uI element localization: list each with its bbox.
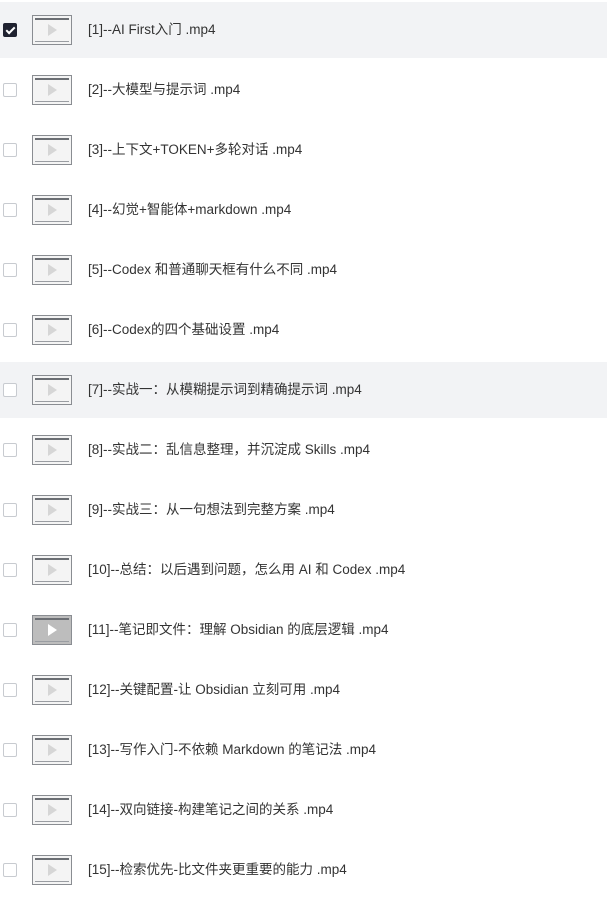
video-thumbnail-icon	[32, 495, 72, 525]
video-thumbnail-icon	[32, 615, 72, 645]
video-thumbnail-icon	[32, 135, 72, 165]
file-name[interactable]: [7]--实战一：从模糊提示词到精确提示词 .mp4	[88, 381, 362, 399]
file-checkbox[interactable]	[3, 143, 17, 157]
file-checkbox[interactable]	[3, 323, 17, 337]
video-thumbnail-icon	[32, 255, 72, 285]
play-icon	[48, 564, 57, 576]
file-checkbox[interactable]	[3, 443, 17, 457]
play-icon	[48, 384, 57, 396]
video-thumbnail-icon	[32, 855, 72, 885]
file-checkbox[interactable]	[3, 23, 17, 37]
play-icon	[48, 24, 57, 36]
file-row[interactable]: [12]--关键配置-让 Obsidian 立刻可用 .mp4	[0, 662, 607, 718]
file-checkbox[interactable]	[3, 803, 17, 817]
file-name[interactable]: [2]--大模型与提示词 .mp4	[88, 81, 240, 99]
file-name[interactable]: [14]--双向链接-构建笔记之间的关系 .mp4	[88, 801, 333, 819]
file-row[interactable]: [14]--双向链接-构建笔记之间的关系 .mp4	[0, 782, 607, 838]
file-checkbox[interactable]	[3, 743, 17, 757]
file-name[interactable]: [15]--检索优先-比文件夹更重要的能力 .mp4	[88, 861, 347, 879]
video-thumbnail-icon	[32, 795, 72, 825]
file-row[interactable]: [13]--写作入门-不依赖 Markdown 的笔记法 .mp4	[0, 722, 607, 778]
file-row[interactable]: [4]--幻觉+智能体+markdown .mp4	[0, 182, 607, 238]
file-name[interactable]: [5]--Codex 和普通聊天框有什么不同 .mp4	[88, 261, 337, 279]
video-thumbnail-icon	[32, 375, 72, 405]
play-icon	[48, 444, 57, 456]
file-name[interactable]: [8]--实战二：乱信息整理，并沉淀成 Skills .mp4	[88, 441, 370, 459]
video-thumbnail-icon	[32, 555, 72, 585]
file-row[interactable]: [11]--笔记即文件：理解 Obsidian 的底层逻辑 .mp4	[0, 602, 607, 658]
file-checkbox[interactable]	[3, 683, 17, 697]
file-row[interactable]: [5]--Codex 和普通聊天框有什么不同 .mp4	[0, 242, 607, 298]
file-checkbox[interactable]	[3, 203, 17, 217]
file-row[interactable]: [1]--AI First入门 .mp4	[0, 2, 607, 58]
video-thumbnail-icon	[32, 435, 72, 465]
file-name[interactable]: [4]--幻觉+智能体+markdown .mp4	[88, 201, 291, 219]
file-name[interactable]: [1]--AI First入门 .mp4	[88, 21, 216, 39]
file-checkbox[interactable]	[3, 263, 17, 277]
play-icon	[48, 264, 57, 276]
file-checkbox[interactable]	[3, 83, 17, 97]
play-icon	[48, 684, 57, 696]
play-icon	[48, 624, 57, 636]
file-row[interactable]: [15]--检索优先-比文件夹更重要的能力 .mp4	[0, 842, 607, 898]
file-row[interactable]: [2]--大模型与提示词 .mp4	[0, 62, 607, 118]
file-row[interactable]: [3]--上下文+TOKEN+多轮对话 .mp4	[0, 122, 607, 178]
play-icon	[48, 744, 57, 756]
file-checkbox[interactable]	[3, 863, 17, 877]
video-thumbnail-icon	[32, 735, 72, 765]
file-checkbox[interactable]	[3, 563, 17, 577]
file-row[interactable]: [7]--实战一：从模糊提示词到精确提示词 .mp4	[0, 362, 607, 418]
file-name[interactable]: [13]--写作入门-不依赖 Markdown 的笔记法 .mp4	[88, 741, 376, 759]
play-icon	[48, 864, 57, 876]
video-thumbnail-icon	[32, 315, 72, 345]
file-name[interactable]: [10]--总结：以后遇到问题，怎么用 AI 和 Codex .mp4	[88, 561, 405, 579]
play-icon	[48, 324, 57, 336]
file-name[interactable]: [3]--上下文+TOKEN+多轮对话 .mp4	[88, 141, 302, 159]
video-thumbnail-icon	[32, 75, 72, 105]
play-icon	[48, 84, 57, 96]
play-icon	[48, 204, 57, 216]
file-name[interactable]: [6]--Codex的四个基础设置 .mp4	[88, 321, 279, 339]
file-checkbox[interactable]	[3, 503, 17, 517]
file-name[interactable]: [9]--实战三：从一句想法到完整方案 .mp4	[88, 501, 335, 519]
play-icon	[48, 804, 57, 816]
file-checkbox[interactable]	[3, 623, 17, 637]
play-icon	[48, 144, 57, 156]
file-name[interactable]: [11]--笔记即文件：理解 Obsidian 的底层逻辑 .mp4	[88, 621, 389, 639]
video-thumbnail-icon	[32, 675, 72, 705]
file-checkbox[interactable]	[3, 383, 17, 397]
file-row[interactable]: [10]--总结：以后遇到问题，怎么用 AI 和 Codex .mp4	[0, 542, 607, 598]
video-thumbnail-icon	[32, 195, 72, 225]
file-name[interactable]: [12]--关键配置-让 Obsidian 立刻可用 .mp4	[88, 681, 340, 699]
play-icon	[48, 504, 57, 516]
file-row[interactable]: [9]--实战三：从一句想法到完整方案 .mp4	[0, 482, 607, 538]
video-thumbnail-icon	[32, 15, 72, 45]
file-row[interactable]: [6]--Codex的四个基础设置 .mp4	[0, 302, 607, 358]
file-row[interactable]: [8]--实战二：乱信息整理，并沉淀成 Skills .mp4	[0, 422, 607, 478]
